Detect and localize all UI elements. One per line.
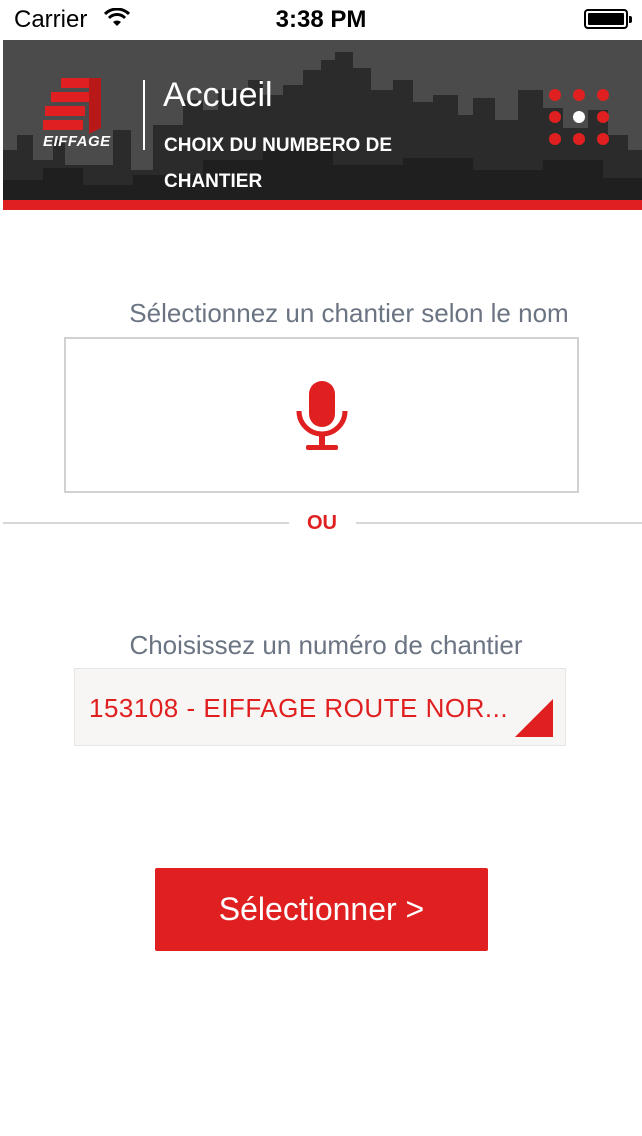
page-title: Accueil: [163, 76, 273, 114]
select-button[interactable]: Sélectionner >: [155, 868, 488, 951]
site-number-select[interactable]: 153108 - EIFFAGE ROUTE NOR...: [74, 668, 566, 746]
app-header: EIFFAGE Accueil CHOIX DU NUMBERO DE CHAN…: [3, 40, 642, 210]
header-accent-bar: [3, 200, 642, 210]
site-number-label: Choisissez un numéro de chantier: [129, 630, 523, 660]
dropdown-corner-icon: [515, 699, 553, 737]
header-divider: [143, 80, 145, 150]
carrier-label: Carrier: [14, 6, 88, 33]
battery-icon: [584, 9, 632, 29]
page-subtitle: CHOIX DU NUMBERO DE CHANTIER: [164, 135, 393, 192]
separator-line-right: [356, 522, 642, 524]
grid-dots-icon[interactable]: [549, 89, 609, 149]
site-number-value: 153108 - EIFFAGE ROUTE NOR...: [89, 693, 509, 723]
status-bar: Carrier 3:38 PM: [0, 0, 642, 40]
microphone-icon: [296, 381, 348, 450]
wifi-icon: [104, 8, 130, 26]
voice-select-label: Sélectionnez un chantier selon le nom: [129, 298, 569, 328]
separator-or-label: OU: [307, 512, 337, 534]
logo-wordmark: EIFFAGE: [43, 133, 111, 150]
status-time: 3:38 PM: [275, 6, 367, 33]
separator-line-left: [3, 522, 289, 524]
voice-search-button[interactable]: [64, 337, 579, 493]
